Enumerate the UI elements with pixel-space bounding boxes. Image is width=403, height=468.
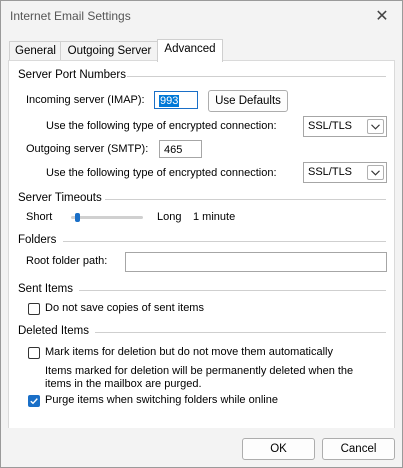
divider [127, 76, 386, 77]
do-not-save-copies-label[interactable]: Do not save copies of sent items [45, 302, 204, 314]
timeout-short-label: Short [26, 211, 53, 223]
outgoing-port-input[interactable]: 465 [159, 140, 202, 158]
outgoing-encryption-label: Use the following type of encrypted conn… [46, 167, 277, 179]
tab-general[interactable]: General [9, 41, 62, 61]
server-timeouts-heading: Server Timeouts [18, 192, 102, 204]
chevron-down-icon [367, 165, 384, 180]
tab-outgoing-server[interactable]: Outgoing Server [60, 41, 159, 61]
divider [105, 199, 386, 200]
mark-for-deletion-label[interactable]: Mark items for deletion but do not move … [45, 346, 333, 358]
purge-items-checkbox[interactable] [28, 395, 40, 407]
dialog-footer: OK Cancel [1, 428, 402, 467]
tab-outgoing-server-label: Outgoing Server [67, 45, 152, 57]
cancel-button[interactable]: Cancel [322, 438, 395, 460]
incoming-port-input[interactable]: 993 [154, 91, 198, 109]
close-icon[interactable]: ✕ [370, 5, 394, 27]
outgoing-encryption-value: SSL/TLS [308, 166, 353, 178]
divider [63, 241, 386, 242]
window-title: Internet Email Settings [10, 9, 131, 23]
timeout-slider-thumb[interactable] [74, 213, 80, 222]
deletion-note-line-1: Items marked for deletion will be perman… [45, 365, 354, 377]
sent-items-heading: Sent Items [18, 283, 73, 295]
tab-advanced-label: Advanced [164, 43, 216, 55]
tab-general-label: General [15, 45, 56, 57]
checkmark-icon [30, 398, 38, 405]
server-port-numbers-heading: Server Port Numbers [18, 69, 127, 81]
root-folder-path-input[interactable] [125, 252, 387, 272]
divider [79, 290, 386, 291]
deleted-items-heading: Deleted Items [18, 325, 89, 337]
timeout-value-label: 1 minute [193, 211, 236, 223]
timeout-slider-track[interactable] [71, 216, 143, 219]
incoming-server-label: Incoming server (IMAP): [26, 94, 145, 106]
purge-items-label[interactable]: Purge items when switching folders while… [45, 394, 278, 406]
chevron-down-icon [367, 119, 384, 134]
divider [95, 332, 386, 333]
incoming-encryption-label: Use the following type of encrypted conn… [46, 120, 277, 132]
advanced-panel: Server Port Numbers Incoming server (IMA… [8, 60, 395, 430]
root-folder-path-label: Root folder path: [26, 255, 108, 267]
use-defaults-button[interactable]: Use Defaults [208, 90, 288, 112]
deletion-note-line-2: items in the mailbox are purged. [45, 378, 202, 390]
mark-for-deletion-checkbox[interactable] [28, 347, 40, 359]
tab-advanced[interactable]: Advanced [157, 39, 223, 62]
outgoing-encryption-select[interactable]: SSL/TLS [303, 162, 387, 183]
incoming-encryption-select[interactable]: SSL/TLS [303, 116, 387, 137]
folders-heading: Folders [18, 234, 57, 246]
outgoing-server-label: Outgoing server (SMTP): [26, 143, 149, 155]
title-bar: Internet Email Settings ✕ [1, 1, 402, 33]
ok-button[interactable]: OK [242, 438, 315, 460]
do-not-save-copies-checkbox[interactable] [28, 303, 40, 315]
incoming-port-value: 993 [159, 95, 180, 107]
timeout-long-label: Long [157, 211, 182, 223]
internet-email-settings-dialog: Internet Email Settings ✕ General Outgoi… [0, 0, 403, 468]
incoming-encryption-value: SSL/TLS [308, 120, 353, 132]
